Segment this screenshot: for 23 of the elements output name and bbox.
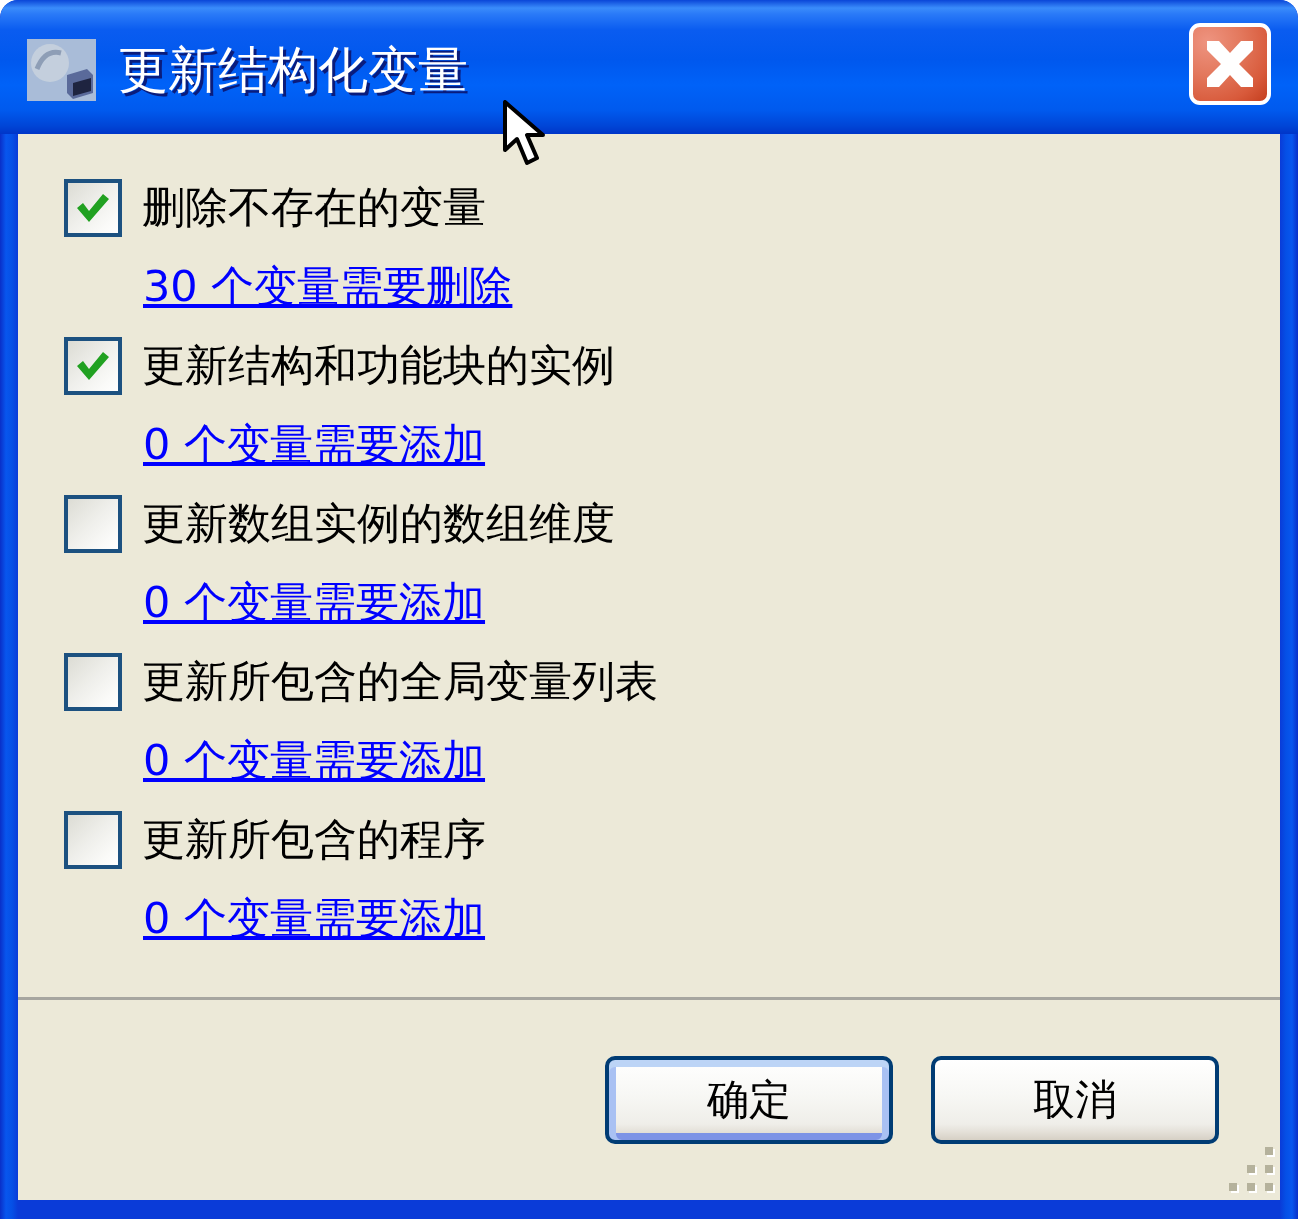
link[interactable]: 0 个变量需要添加 xyxy=(143,578,486,627)
checkbox-label[interactable]: 更新数组实例的数组维度 xyxy=(142,502,615,545)
close-icon xyxy=(1207,41,1253,87)
dialog-button[interactable]: 取消 xyxy=(931,1056,1219,1144)
checkbox[interactable] xyxy=(64,494,122,553)
link[interactable]: 30 个变量需要删除 xyxy=(143,262,513,311)
checkbox-label[interactable]: 更新所包含的全局变量列表 xyxy=(142,660,658,703)
checkbox[interactable] xyxy=(64,336,122,395)
close-button[interactable] xyxy=(1189,23,1271,105)
check-icon xyxy=(76,192,110,223)
checkbox-label[interactable]: 删除不存在的变量 xyxy=(142,186,486,229)
app-icon xyxy=(27,39,96,101)
dialog-button[interactable]: 确定 xyxy=(605,1056,893,1144)
link[interactable]: 0 个变量需要添加 xyxy=(143,736,486,785)
window-title: 更新结构化变量 xyxy=(118,45,469,95)
check-icon xyxy=(76,350,110,381)
link[interactable]: 0 个变量需要添加 xyxy=(143,420,486,469)
checkbox[interactable] xyxy=(64,652,122,711)
checkbox[interactable] xyxy=(64,178,122,237)
checkbox-label[interactable]: 更新结构和功能块的实例 xyxy=(142,344,615,387)
checkbox[interactable] xyxy=(64,810,122,869)
link[interactable]: 0 个变量需要添加 xyxy=(143,894,486,943)
checkbox-label[interactable]: 更新所包含的程序 xyxy=(142,818,486,861)
